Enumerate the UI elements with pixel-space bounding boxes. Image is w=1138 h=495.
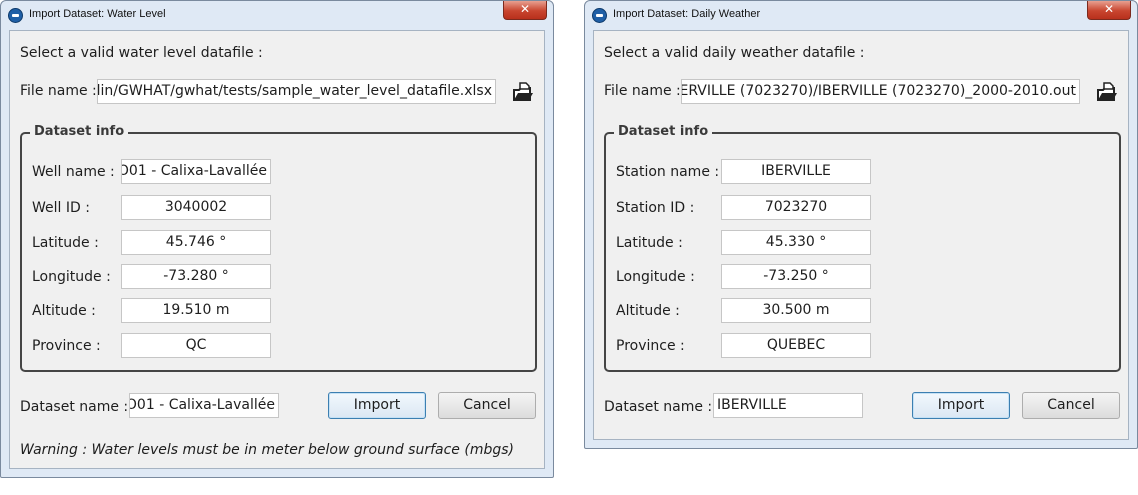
altitude-label: Altitude :: [32, 303, 96, 319]
window-title: Import Dataset: Water Level: [29, 8, 166, 20]
well-id-label: Well ID :: [32, 200, 90, 216]
station-id-field[interactable]: 7023270: [721, 195, 871, 220]
dataset-name-label: Dataset name :: [20, 399, 129, 415]
close-button[interactable]: ✕: [1087, 1, 1131, 20]
station-name-field[interactable]: IBERVILLE: [721, 159, 871, 184]
longitude-field[interactable]: -73.280 °: [121, 264, 271, 289]
longitude-label: Longitude :: [32, 269, 111, 285]
close-button[interactable]: ✕: [503, 1, 547, 20]
province-field[interactable]: QUEBEC: [721, 333, 871, 358]
import-water-level-window: Import Dataset: Water Level ✕ Select a v…: [0, 0, 554, 478]
select-file-prompt: Select a valid water level datafile :: [20, 45, 263, 61]
file-name-label: File name :: [604, 83, 681, 99]
app-logo-icon: [8, 8, 23, 23]
import-button[interactable]: Import: [328, 392, 426, 419]
warning-message: Warning : Water levels must be in meter …: [20, 442, 514, 458]
title-bar[interactable]: Import Dataset: Water Level ✕: [1, 1, 553, 29]
station-id-label: Station ID :: [616, 200, 695, 216]
window-title: Import Dataset: Daily Weather: [613, 8, 761, 20]
longitude-field[interactable]: -73.250 °: [721, 264, 871, 289]
dataset-info-title: Dataset info: [614, 124, 713, 139]
dataset-name-label: Dataset name :: [604, 399, 713, 415]
dataset-name-field[interactable]: IBERVILLE: [713, 393, 863, 418]
file-name-label: File name :: [20, 83, 97, 99]
dataset-info-title: Dataset info: [30, 124, 129, 139]
title-bar[interactable]: Import Dataset: Daily Weather ✕: [585, 1, 1137, 29]
file-name-value: ut/IBERVILLE (7023270)/IBERVILLE (702327…: [681, 83, 1076, 99]
cancel-button[interactable]: Cancel: [1022, 392, 1120, 419]
cancel-button[interactable]: Cancel: [438, 392, 536, 419]
file-name-value: sselin/GWHAT/gwhat/tests/sample_water_le…: [97, 83, 492, 99]
file-name-field[interactable]: ut/IBERVILLE (7023270)/IBERVILLE (702327…: [681, 79, 1080, 104]
well-name-field[interactable]: PO01 - Calixa-Lavallée: [121, 159, 271, 184]
province-label: Province :: [32, 338, 101, 354]
open-folder-icon[interactable]: [512, 81, 534, 103]
altitude-field[interactable]: 30.500 m: [721, 298, 871, 323]
dataset-name-value: PO01 - Calixa-Lavallée: [129, 397, 275, 413]
latitude-label: Latitude :: [616, 235, 683, 251]
latitude-field[interactable]: 45.746 °: [121, 230, 271, 255]
longitude-label: Longitude :: [616, 269, 695, 285]
station-name-label: Station name :: [616, 164, 720, 180]
app-logo-icon: [592, 8, 607, 23]
province-label: Province :: [616, 338, 685, 354]
well-name-value: PO01 - Calixa-Lavallée: [121, 163, 267, 179]
dataset-name-field[interactable]: PO01 - Calixa-Lavallée: [129, 393, 279, 418]
dialog-body: Select a valid daily weather datafile : …: [593, 30, 1129, 440]
select-file-prompt: Select a valid daily weather datafile :: [604, 45, 865, 61]
import-daily-weather-window: Import Dataset: Daily Weather ✕ Select a…: [584, 0, 1138, 449]
province-field[interactable]: QC: [121, 333, 271, 358]
altitude-field[interactable]: 19.510 m: [121, 298, 271, 323]
dialog-body: Select a valid water level datafile : Fi…: [9, 30, 545, 469]
latitude-field[interactable]: 45.330 °: [721, 230, 871, 255]
well-name-label: Well name :: [32, 164, 115, 180]
import-button[interactable]: Import: [912, 392, 1010, 419]
open-folder-icon[interactable]: [1096, 81, 1118, 103]
altitude-label: Altitude :: [616, 303, 680, 319]
file-name-field[interactable]: sselin/GWHAT/gwhat/tests/sample_water_le…: [97, 79, 496, 104]
latitude-label: Latitude :: [32, 235, 99, 251]
well-id-field[interactable]: 3040002: [121, 195, 271, 220]
